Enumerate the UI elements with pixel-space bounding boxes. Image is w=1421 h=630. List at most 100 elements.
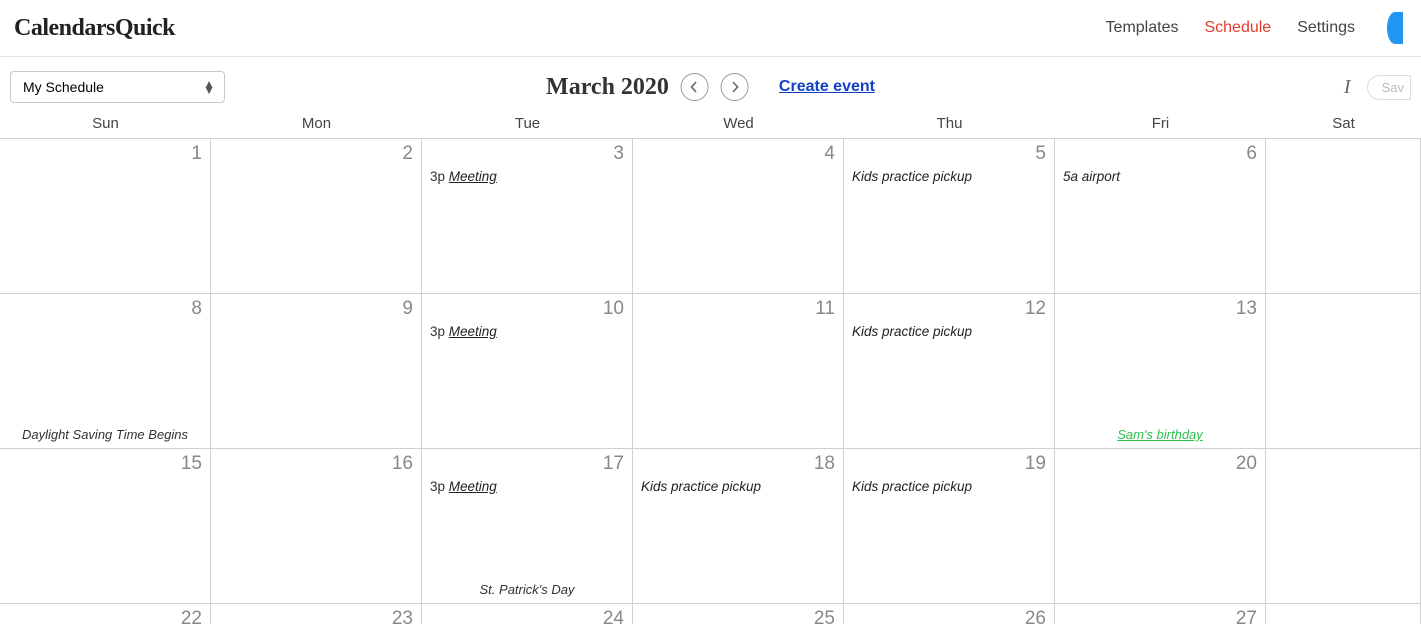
day-number: 6 xyxy=(1063,143,1257,165)
month-title: March 2020 xyxy=(546,74,669,101)
day-cell[interactable]: 15 xyxy=(0,449,211,604)
day-cell[interactable]: 3 3p Meeting xyxy=(422,139,633,294)
calendar-event[interactable]: Kids practice pickup xyxy=(852,479,1046,494)
day-cell[interactable] xyxy=(1266,294,1421,449)
event-title: Meeting xyxy=(449,479,497,494)
event-title: Kids practice pickup xyxy=(852,479,972,494)
right-tools: I Sav xyxy=(1340,75,1411,100)
event-title: Meeting xyxy=(449,324,497,339)
day-cell[interactable]: 9 xyxy=(211,294,422,449)
day-cell[interactable]: 20 xyxy=(1055,449,1266,604)
day-cell[interactable]: 12 Kids practice pickup xyxy=(844,294,1055,449)
allday-event[interactable]: Sam's birthday xyxy=(1063,427,1257,444)
month-nav-group: March 2020 Create event xyxy=(546,73,875,101)
day-number: 19 xyxy=(852,453,1046,475)
avatar[interactable] xyxy=(1387,12,1403,44)
prev-month-button[interactable] xyxy=(681,73,709,101)
day-number: 8 xyxy=(8,298,202,320)
day-cell[interactable]: 13 Sam's birthday xyxy=(1055,294,1266,449)
day-number: 1 xyxy=(8,143,202,165)
event-title: Kids practice pickup xyxy=(852,324,972,339)
event-title: Meeting xyxy=(449,169,497,184)
dayheader-thu: Thu xyxy=(844,111,1055,138)
calendar-event[interactable]: Kids practice pickup xyxy=(852,169,1046,184)
day-cell[interactable]: 25 xyxy=(633,604,844,624)
day-cell[interactable]: 27 xyxy=(1055,604,1266,624)
day-number: 23 xyxy=(219,608,413,630)
day-number: 27 xyxy=(1063,608,1257,630)
topbar: CalendarsQuick Templates Schedule Settin… xyxy=(0,0,1421,57)
day-cell[interactable]: 4 xyxy=(633,139,844,294)
day-number: 5 xyxy=(852,143,1046,165)
event-title: Kids practice pickup xyxy=(641,479,761,494)
day-cell[interactable]: 23 xyxy=(211,604,422,624)
event-title: Kids practice pickup xyxy=(852,169,972,184)
dayheader-sun: Sun xyxy=(0,111,211,138)
day-cell[interactable] xyxy=(1266,449,1421,604)
calendar-event[interactable]: Kids practice pickup xyxy=(641,479,835,494)
day-number: 16 xyxy=(219,453,413,475)
day-cell[interactable]: 17 3p Meeting St. Patrick's Day xyxy=(422,449,633,604)
next-month-button[interactable] xyxy=(721,73,749,101)
dayheader-mon: Mon xyxy=(211,111,422,138)
calendar-event[interactable]: 3p Meeting xyxy=(430,324,624,339)
day-cell[interactable]: 11 xyxy=(633,294,844,449)
day-number: 4 xyxy=(641,143,835,165)
allday-event: St. Patrick's Day xyxy=(430,582,624,599)
dayheader-fri: Fri xyxy=(1055,111,1266,138)
nav-settings[interactable]: Settings xyxy=(1297,19,1355,37)
arrow-left-icon xyxy=(689,81,701,93)
event-title: 5a airport xyxy=(1063,169,1120,184)
day-cell[interactable]: 18 Kids practice pickup xyxy=(633,449,844,604)
nav-schedule[interactable]: Schedule xyxy=(1204,19,1271,37)
nav-templates[interactable]: Templates xyxy=(1106,19,1179,37)
save-button[interactable]: Sav xyxy=(1367,75,1411,100)
day-cell[interactable]: 10 3p Meeting xyxy=(422,294,633,449)
day-cell[interactable]: 6 5a airport xyxy=(1055,139,1266,294)
day-number: 25 xyxy=(641,608,835,630)
day-number: 11 xyxy=(641,298,835,320)
day-cell[interactable]: 8 Daylight Saving Time Begins xyxy=(0,294,211,449)
schedule-select[interactable]: My Schedule xyxy=(10,71,225,103)
day-number: 15 xyxy=(8,453,202,475)
arrow-right-icon xyxy=(729,81,741,93)
logo: CalendarsQuick xyxy=(14,15,175,42)
event-time: 3p xyxy=(430,324,449,339)
day-cell[interactable]: 26 xyxy=(844,604,1055,624)
day-number: 26 xyxy=(852,608,1046,630)
day-cell[interactable]: 5 Kids practice pickup xyxy=(844,139,1055,294)
day-cell[interactable]: 1 xyxy=(0,139,211,294)
day-number: 13 xyxy=(1063,298,1257,320)
allday-event: Daylight Saving Time Begins xyxy=(8,427,202,444)
day-cell[interactable] xyxy=(1266,139,1421,294)
calendar-event[interactable]: 5a airport xyxy=(1063,169,1257,184)
day-cell[interactable]: 24 xyxy=(422,604,633,624)
calendar-event[interactable]: Kids practice pickup xyxy=(852,324,1046,339)
day-number: 3 xyxy=(430,143,624,165)
day-cell[interactable]: 22 xyxy=(0,604,211,624)
create-event-link[interactable]: Create event xyxy=(779,78,875,96)
dayheader-tue: Tue xyxy=(422,111,633,138)
calendar-grid: 1233p Meeting45Kids practice pickup65a a… xyxy=(0,139,1421,624)
day-cell[interactable] xyxy=(1266,604,1421,624)
day-number: 12 xyxy=(852,298,1046,320)
calendar-event[interactable]: 3p Meeting xyxy=(430,479,624,494)
day-cell[interactable]: 2 xyxy=(211,139,422,294)
day-number: 2 xyxy=(219,143,413,165)
day-header-row: Sun Mon Tue Wed Thu Fri Sat xyxy=(0,111,1421,139)
day-number: 18 xyxy=(641,453,835,475)
day-number: 20 xyxy=(1063,453,1257,475)
calendar-event[interactable]: 3p Meeting xyxy=(430,169,624,184)
day-number: 17 xyxy=(430,453,624,475)
day-number: 24 xyxy=(430,608,624,630)
main-nav: Templates Schedule Settings xyxy=(1106,12,1407,44)
day-cell[interactable]: 16 xyxy=(211,449,422,604)
day-number: 9 xyxy=(219,298,413,320)
event-time: 3p xyxy=(430,169,449,184)
day-number: 22 xyxy=(8,608,202,630)
day-number: 10 xyxy=(430,298,624,320)
day-cell[interactable]: 19 Kids practice pickup xyxy=(844,449,1055,604)
dayheader-sat: Sat xyxy=(1266,111,1421,138)
event-time: 3p xyxy=(430,479,449,494)
italic-toggle-button[interactable]: I xyxy=(1340,76,1355,99)
